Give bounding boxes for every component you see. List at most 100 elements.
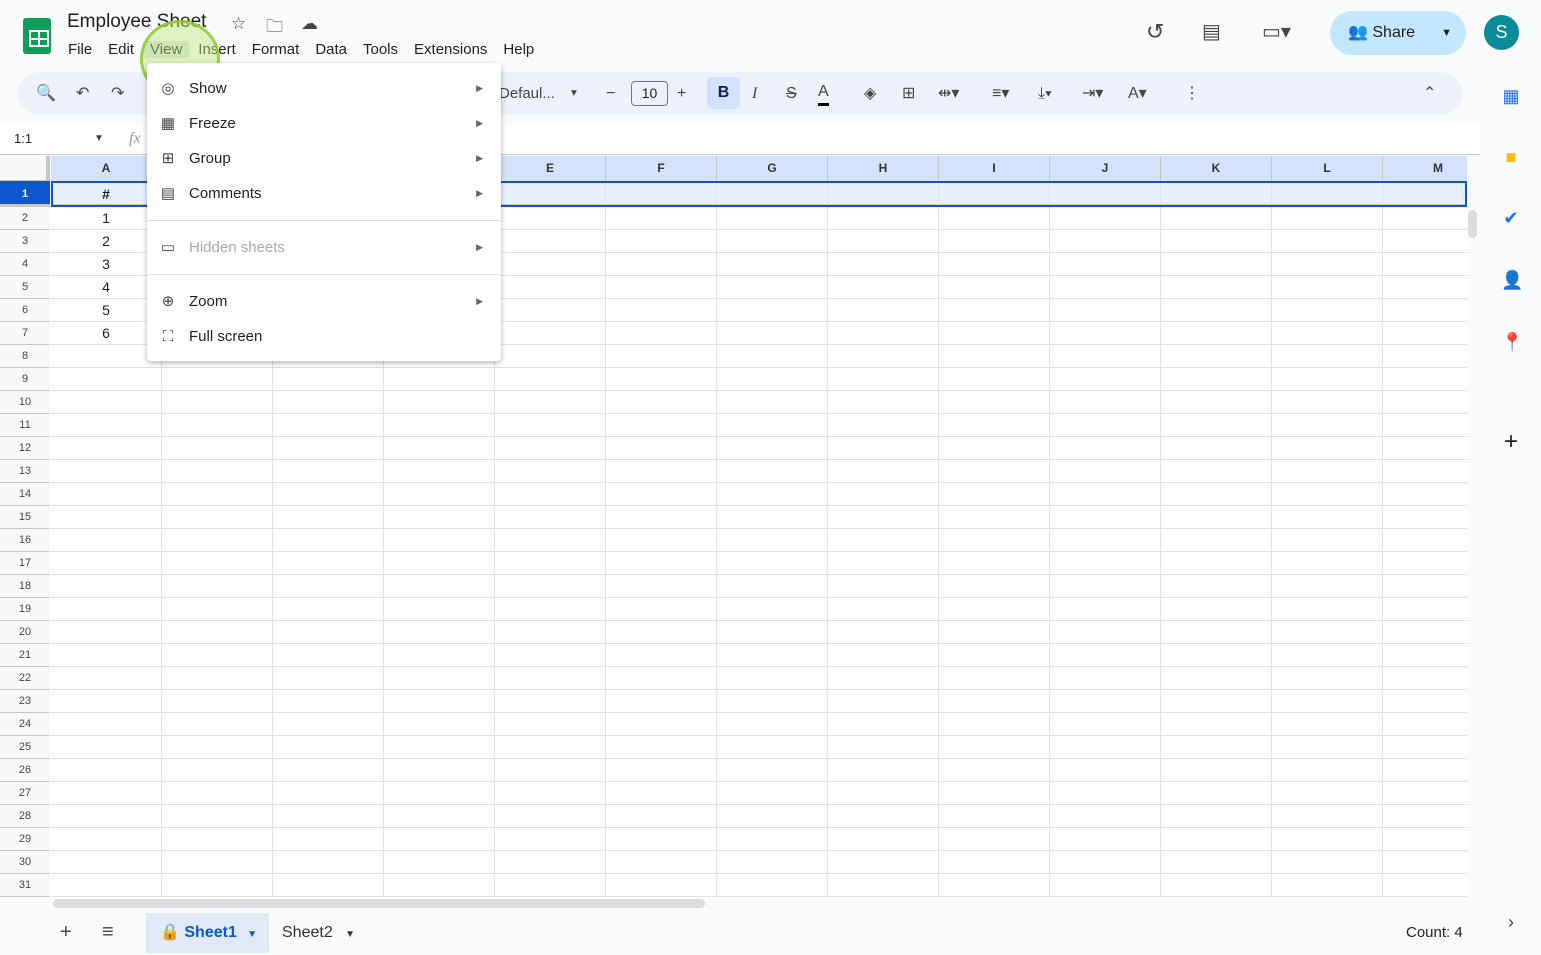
cell[interactable] [828,874,939,897]
cell[interactable] [717,690,828,713]
cell[interactable] [717,345,828,368]
cell[interactable] [495,736,606,759]
cell[interactable] [828,575,939,598]
cell[interactable] [1272,575,1383,598]
cell[interactable] [51,644,162,667]
sheet-tab-sheet1[interactable]: 🔒 Sheet1 ▼ [146,913,269,953]
cell[interactable] [51,713,162,736]
sheet-menu-icon[interactable]: ▼ [345,929,355,940]
row-header-16[interactable]: 16 [0,529,50,552]
column-header-F[interactable]: F [606,156,717,181]
cell[interactable] [1050,828,1161,851]
cell[interactable] [606,506,717,529]
row-header-26[interactable]: 26 [0,759,50,782]
cell[interactable] [384,874,495,897]
cell[interactable] [1050,414,1161,437]
cell[interactable] [1272,207,1383,230]
name-box-dropdown-icon[interactable]: ▼ [94,133,104,144]
add-addon-icon[interactable]: + [1501,428,1521,456]
keep-icon[interactable]: ■ [1501,147,1521,168]
cloud-saved-icon[interactable]: ☁ [301,14,318,34]
cell[interactable] [1050,598,1161,621]
redo-icon[interactable]: ↷ [111,82,124,106]
collapse-toolbar-icon[interactable]: ⌃ [1423,82,1436,106]
cell[interactable] [273,483,384,506]
cell[interactable] [1050,299,1161,322]
row-header-15[interactable]: 15 [0,506,50,529]
cell[interactable] [1161,322,1272,345]
cell[interactable] [939,299,1050,322]
cell[interactable] [1050,759,1161,782]
cell[interactable] [1383,690,1467,713]
cell[interactable] [384,483,495,506]
cell[interactable] [939,828,1050,851]
cell[interactable] [495,460,606,483]
cell[interactable] [828,207,939,230]
cell[interactable] [1272,782,1383,805]
cell[interactable] [606,575,717,598]
cell[interactable] [273,368,384,391]
cell[interactable] [828,483,939,506]
column-header-J[interactable]: J [1050,156,1161,181]
version-history-icon[interactable]: ↺ [1146,19,1164,45]
bold-button[interactable]: B [707,77,740,109]
decrease-font-icon[interactable]: − [606,82,615,106]
cell[interactable] [1050,552,1161,575]
cell[interactable] [162,736,273,759]
cell[interactable] [495,483,606,506]
cell[interactable] [828,460,939,483]
cell[interactable] [384,368,495,391]
cell[interactable] [1383,529,1467,552]
select-all-corner[interactable] [0,156,50,181]
cell[interactable] [939,529,1050,552]
cell[interactable] [495,368,606,391]
cell[interactable] [495,667,606,690]
menu-edit[interactable]: Edit [100,41,142,58]
cell[interactable] [1050,322,1161,345]
cell[interactable]: 5 [51,299,162,322]
cell[interactable] [162,368,273,391]
menu-item-zoom[interactable]: ⊕ Zoom ▶ [147,285,501,317]
cell[interactable] [1383,667,1467,690]
row-header-12[interactable]: 12 [0,437,50,460]
row-header-11[interactable]: 11 [0,414,50,437]
cell[interactable] [1272,437,1383,460]
cell[interactable] [1272,828,1383,851]
cell[interactable] [495,713,606,736]
cell[interactable] [1161,552,1272,575]
merge-cells-icon[interactable]: ⇹▾ [938,82,959,106]
cell[interactable] [606,759,717,782]
cell[interactable] [495,598,606,621]
more-icon[interactable]: ⋮ [1184,82,1200,106]
cell[interactable] [606,529,717,552]
cell[interactable] [51,345,162,368]
cell[interactable] [1383,437,1467,460]
cell[interactable] [828,529,939,552]
cell[interactable] [162,483,273,506]
cell[interactable] [1383,299,1467,322]
cell[interactable] [828,506,939,529]
cell[interactable] [384,552,495,575]
cell[interactable] [1383,414,1467,437]
cell[interactable] [51,460,162,483]
row-header-1[interactable]: 1 [0,181,50,207]
meet-icon[interactable]: ▭▾ [1262,19,1291,44]
cell[interactable] [1161,460,1272,483]
cell[interactable] [495,207,606,230]
cell[interactable] [495,230,606,253]
cell[interactable] [495,322,606,345]
cell[interactable] [1050,253,1161,276]
text-wrap-icon[interactable]: ⇥▾ [1082,82,1103,106]
cell[interactable] [1161,253,1272,276]
cell[interactable] [939,759,1050,782]
cell[interactable] [606,414,717,437]
row-header-14[interactable]: 14 [0,483,50,506]
cell[interactable] [1050,506,1161,529]
horizontal-align-icon[interactable]: ≡▾ [992,82,1009,106]
cell[interactable] [939,506,1050,529]
cell[interactable] [273,621,384,644]
cell[interactable] [1272,506,1383,529]
cell[interactable] [717,207,828,230]
cell[interactable] [495,552,606,575]
cell[interactable] [939,460,1050,483]
